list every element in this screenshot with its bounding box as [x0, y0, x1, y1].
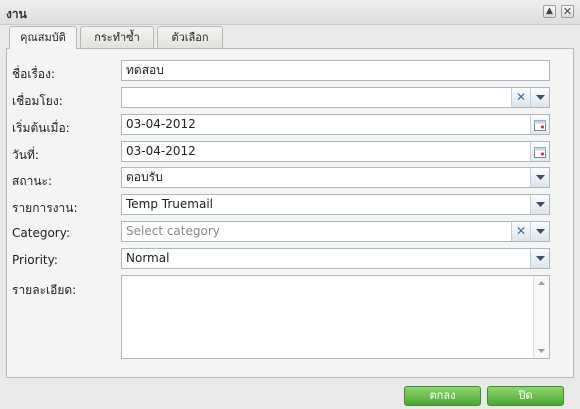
chevron-down-icon	[535, 174, 545, 180]
close-button[interactable]: ปิด	[487, 386, 564, 406]
calendar-icon	[534, 119, 546, 131]
link-combobox[interactable]: ✕	[121, 87, 550, 108]
start-date-value: 03-04-2012	[126, 117, 196, 131]
minimize-button[interactable]: ▲	[543, 5, 556, 18]
close-icon: ✕	[562, 5, 573, 18]
chevron-down-icon	[535, 228, 545, 234]
tasklist-select[interactable]: Temp Truemail	[121, 194, 550, 215]
chevron-down-icon	[535, 201, 545, 207]
caret-up-icon: ▲	[546, 6, 553, 16]
status-select[interactable]: ตอบรับ	[121, 167, 550, 188]
date-value: 03-04-2012	[126, 144, 196, 158]
status-dropdown-button[interactable]	[530, 168, 549, 187]
scroll-down-icon	[538, 349, 545, 353]
chevron-down-icon	[535, 94, 545, 100]
tab-label: กระทำซ้ำ	[94, 31, 140, 44]
scroll-up-icon	[538, 281, 545, 285]
ok-label: ตกลง	[429, 389, 456, 402]
status-label: สถานะ:	[12, 174, 53, 188]
link-label: เชื่อมโยง:	[12, 94, 63, 108]
tasklist-label: รายการงาน:	[12, 201, 78, 215]
tab-properties[interactable]: คุณสมบัติ	[9, 26, 77, 49]
clear-category-button[interactable]: ✕	[511, 222, 530, 241]
date-picker-button[interactable]	[530, 142, 549, 161]
clear-icon: ✕	[515, 224, 527, 238]
category-placeholder: Select category	[126, 224, 220, 238]
status-value: ตอบรับ	[126, 170, 163, 184]
tab-label: ตัวเลือก	[171, 31, 209, 44]
window-titlebar: งาน ▲ ✕	[0, 0, 580, 25]
tab-recurrence[interactable]: กระทำซ้ำ	[80, 26, 154, 48]
chevron-down-icon	[535, 255, 545, 261]
tab-label: คุณสมบัติ	[20, 31, 66, 44]
details-label: รายละเอียด:	[12, 283, 77, 297]
start-date-picker-button[interactable]	[530, 115, 549, 134]
calendar-icon	[534, 146, 546, 158]
ok-button[interactable]: ตกลง	[404, 386, 481, 406]
subject-input[interactable]: ทดสอบ	[121, 60, 550, 81]
subject-label: ชื่อเรื่อง:	[12, 67, 56, 81]
link-dropdown-button[interactable]	[530, 88, 549, 107]
subject-value: ทดสอบ	[126, 63, 164, 77]
clear-link-button[interactable]: ✕	[511, 88, 530, 107]
date-input[interactable]: 03-04-2012	[121, 141, 550, 162]
start-label: เริ่มต้นเมื่อ:	[12, 121, 70, 135]
tasklist-dropdown-button[interactable]	[530, 195, 549, 214]
close-label: ปิด	[518, 389, 533, 402]
properties-panel: ชื่อเรื่อง: ทดสอบ เชื่อมโยง: ✕ เริ่มต้นเ…	[6, 48, 574, 378]
details-scrollbar[interactable]	[533, 276, 549, 358]
tab-options[interactable]: ตัวเลือก	[157, 26, 223, 48]
priority-value: Normal	[126, 251, 170, 265]
date-label: วันที่:	[12, 148, 39, 162]
priority-select[interactable]: Normal	[121, 248, 550, 269]
category-dropdown-button[interactable]	[530, 222, 549, 241]
clear-icon: ✕	[515, 90, 527, 104]
priority-label: Priority:	[12, 253, 58, 267]
window-title: งาน	[6, 7, 27, 21]
category-label: Category:	[12, 226, 70, 240]
tasklist-value: Temp Truemail	[126, 197, 213, 211]
close-window-button[interactable]: ✕	[561, 5, 574, 18]
details-textarea[interactable]	[121, 275, 550, 359]
priority-dropdown-button[interactable]	[530, 249, 549, 268]
start-date-input[interactable]: 03-04-2012	[121, 114, 550, 135]
category-combobox[interactable]: Select category ✕	[121, 221, 550, 242]
